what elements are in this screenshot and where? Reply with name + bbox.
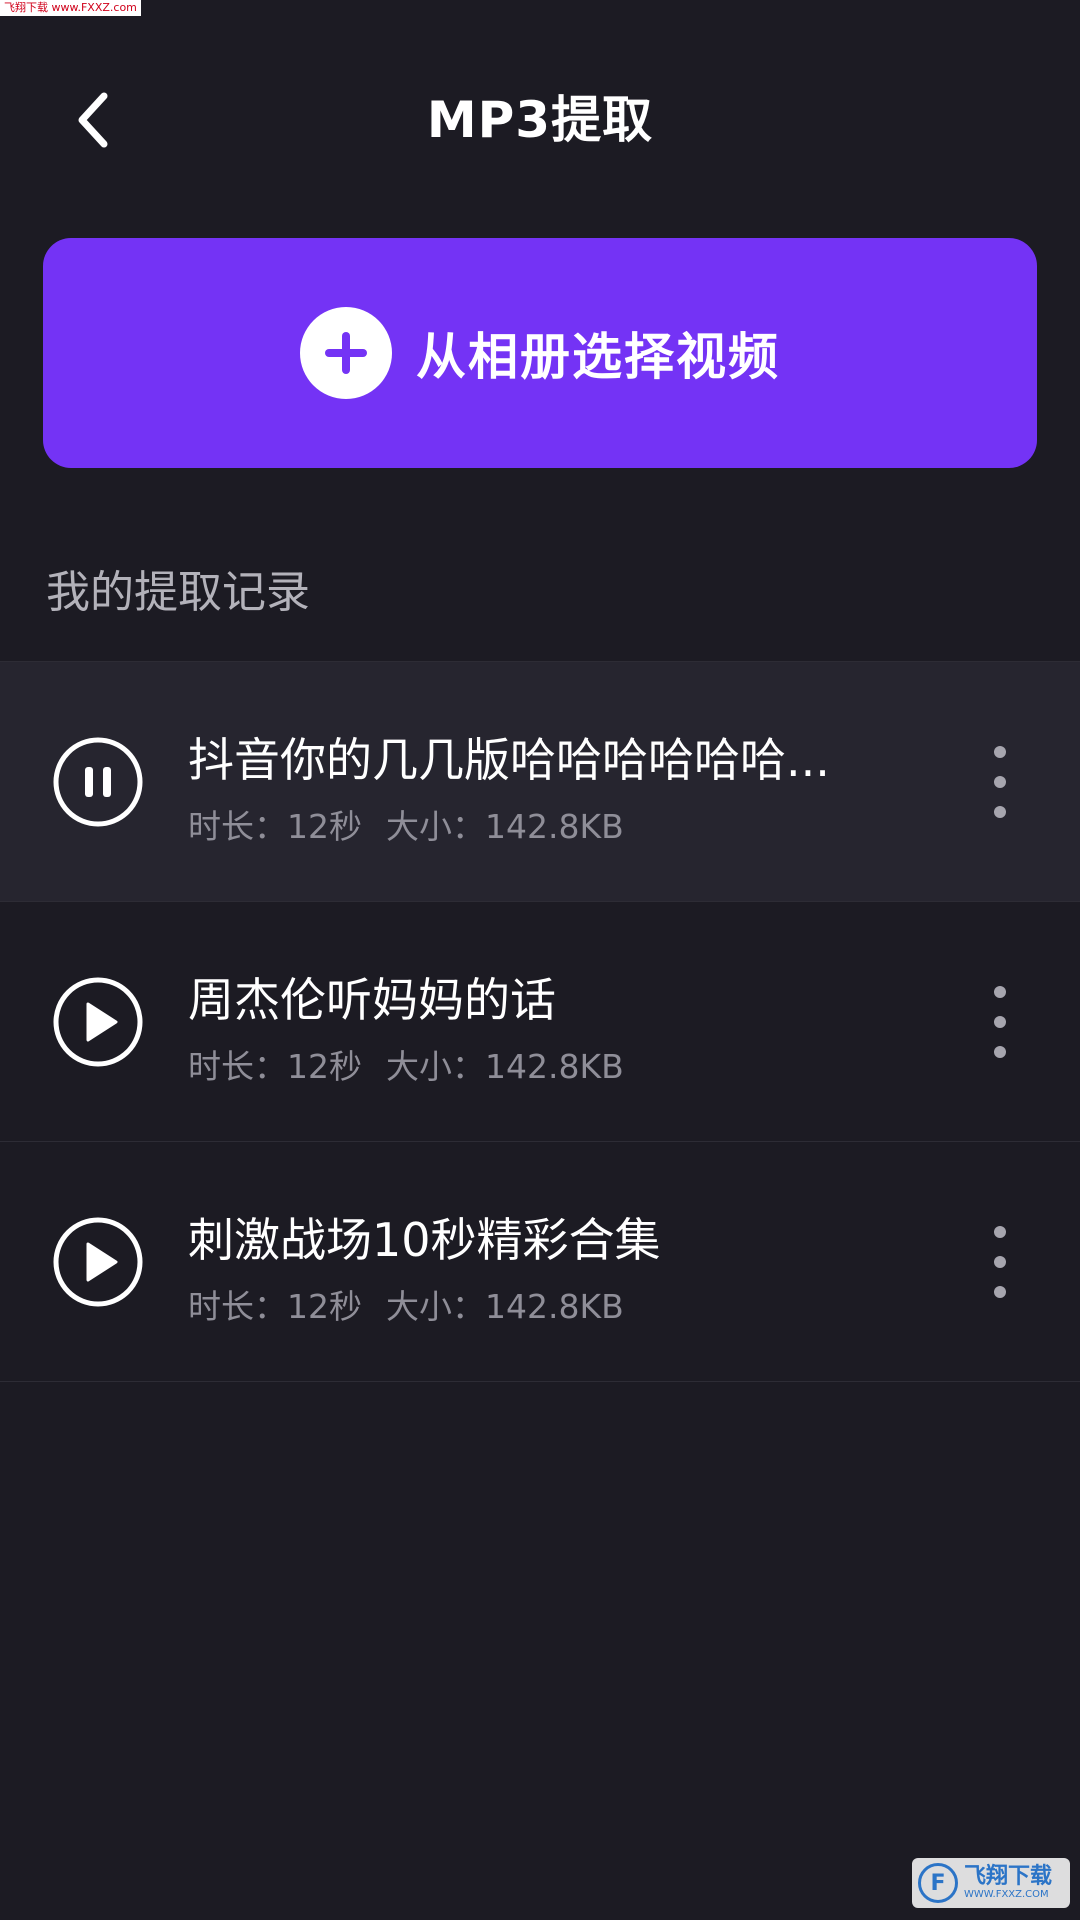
dot bbox=[994, 776, 1006, 788]
record-item-1[interactable]: 抖音你的几几版哈哈哈哈哈哈... 时长：12秒 大小：142.8KB bbox=[0, 662, 1080, 902]
watermark-url: WWW.FXXZ.COM bbox=[964, 1889, 1049, 1900]
watermark-bottom: F 飞翔下载 WWW.FXXZ.COM bbox=[912, 1858, 1070, 1908]
record-title: 抖音你的几几版哈哈哈哈哈哈... bbox=[188, 733, 830, 787]
record-duration: 时长：12秒 bbox=[188, 807, 362, 846]
record-title: 周杰伦听妈妈的话 bbox=[188, 973, 556, 1027]
header: MP3提取 bbox=[0, 70, 1080, 170]
record-meta: 时长：12秒 大小：142.8KB bbox=[188, 800, 624, 848]
dot bbox=[994, 1226, 1006, 1238]
record-size: 大小：142.8KB bbox=[386, 807, 624, 846]
play-icon bbox=[53, 1217, 143, 1307]
record-duration: 时长：12秒 bbox=[188, 1287, 362, 1326]
record-duration: 时长：12秒 bbox=[188, 1047, 362, 1086]
fxxz-logo-icon: F bbox=[918, 1863, 958, 1903]
select-video-label: 从相册选择视频 bbox=[416, 328, 780, 386]
record-item-2[interactable]: 周杰伦听妈妈的话 时长：12秒 大小：142.8KB bbox=[0, 902, 1080, 1142]
dot bbox=[994, 1046, 1006, 1058]
play-button[interactable] bbox=[52, 1216, 144, 1308]
watermark-text: 飞翔下载 WWW.FXXZ.COM bbox=[964, 1865, 1052, 1901]
dot bbox=[994, 986, 1006, 998]
dot bbox=[994, 1286, 1006, 1298]
more-options-button[interactable] bbox=[976, 986, 1024, 1058]
record-title: 刺激战场10秒精彩合集 bbox=[188, 1213, 661, 1267]
pause-button[interactable] bbox=[52, 736, 144, 828]
watermark-name: 飞翔下载 bbox=[964, 1864, 1053, 1889]
dot bbox=[994, 1256, 1006, 1268]
pause-icon bbox=[53, 737, 143, 827]
screen: 飞翔下载 www.FXXZ.com MP3提取 从相册选择视频 我的提取记录 抖… bbox=[0, 0, 1080, 1920]
section-title: 我的提取记录 bbox=[46, 567, 310, 618]
record-meta: 时长：12秒 大小：142.8KB bbox=[188, 1280, 624, 1328]
dot bbox=[994, 746, 1006, 758]
more-options-button[interactable] bbox=[976, 1226, 1024, 1298]
watermark-top: 飞翔下载 www.FXXZ.com bbox=[0, 0, 141, 16]
record-meta: 时长：12秒 大小：142.8KB bbox=[188, 1040, 624, 1088]
record-size: 大小：142.8KB bbox=[386, 1287, 624, 1326]
dot bbox=[994, 806, 1006, 818]
record-size: 大小：142.8KB bbox=[386, 1047, 624, 1086]
record-list: 抖音你的几几版哈哈哈哈哈哈... 时长：12秒 大小：142.8KB 周杰伦听妈妈… bbox=[0, 661, 1080, 1382]
more-options-button[interactable] bbox=[976, 746, 1024, 818]
record-item-3[interactable]: 刺激战场10秒精彩合集 时长：12秒 大小：142.8KB bbox=[0, 1142, 1080, 1382]
page-title: MP3提取 bbox=[426, 91, 654, 149]
dot bbox=[994, 1016, 1006, 1028]
play-icon bbox=[53, 977, 143, 1067]
plus-icon bbox=[300, 307, 392, 399]
play-button[interactable] bbox=[52, 976, 144, 1068]
select-video-button[interactable]: 从相册选择视频 bbox=[43, 238, 1037, 468]
